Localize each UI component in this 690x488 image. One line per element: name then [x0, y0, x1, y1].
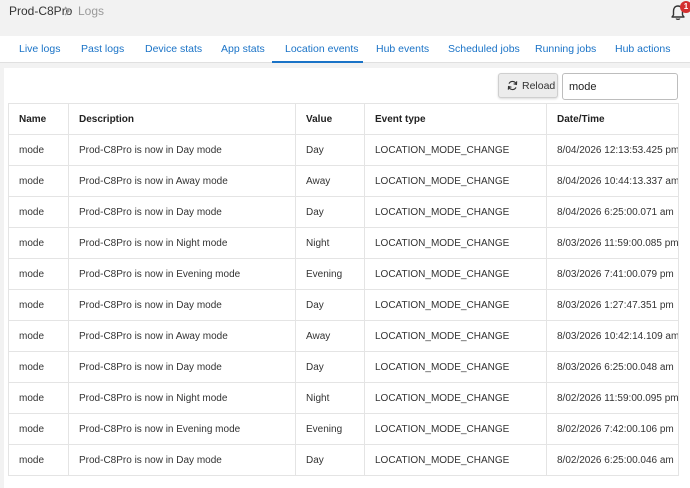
- cell-event-type: LOCATION_MODE_CHANGE: [364, 320, 547, 352]
- cell-event-type: LOCATION_MODE_CHANGE: [364, 165, 547, 197]
- cell-description: Prod-C8Pro is now in Day mode: [68, 351, 296, 383]
- cell-date-time: 8/02/2026 6:25:00.046 am: [546, 444, 679, 476]
- cell-description: Prod-C8Pro is now in Day mode: [68, 444, 296, 476]
- table-row: mode Prod-C8Pro is now in Evening mode E…: [8, 413, 679, 445]
- cell-name: mode: [8, 444, 69, 476]
- cell-date-time: 8/04/2026 12:13:53.425 pm: [546, 134, 679, 166]
- cell-name: mode: [8, 413, 69, 445]
- cell-name: mode: [8, 196, 69, 228]
- search-input[interactable]: [562, 73, 678, 100]
- cell-value: Evening: [295, 413, 365, 445]
- cell-value: Evening: [295, 258, 365, 290]
- cell-name: mode: [8, 382, 69, 414]
- column-header-name[interactable]: Name: [8, 103, 69, 135]
- cell-value: Day: [295, 134, 365, 166]
- cell-event-type: LOCATION_MODE_CHANGE: [364, 196, 547, 228]
- refresh-icon: [507, 80, 518, 91]
- column-header-date-time[interactable]: Date/Time: [546, 103, 679, 135]
- cell-description: Prod-C8Pro is now in Evening mode: [68, 413, 296, 445]
- location-events-table: Name Description Value Event type Date/T…: [8, 103, 679, 476]
- table-row: mode Prod-C8Pro is now in Night mode Nig…: [8, 227, 679, 259]
- tab-device-stats[interactable]: Device stats: [145, 43, 202, 55]
- cell-event-type: LOCATION_MODE_CHANGE: [364, 413, 547, 445]
- cell-date-time: 8/02/2026 7:42:00.106 pm: [546, 413, 679, 445]
- cell-event-type: LOCATION_MODE_CHANGE: [364, 382, 547, 414]
- table-row: mode Prod-C8Pro is now in Away mode Away…: [8, 165, 679, 197]
- cell-name: mode: [8, 320, 69, 352]
- table-row: mode Prod-C8Pro is now in Day mode Day L…: [8, 351, 679, 383]
- cell-name: mode: [8, 227, 69, 259]
- cell-event-type: LOCATION_MODE_CHANGE: [364, 289, 547, 321]
- cell-date-time: 8/03/2026 11:59:00.085 pm: [546, 227, 679, 259]
- tab-hub-events[interactable]: Hub events: [376, 43, 429, 55]
- cell-value: Day: [295, 444, 365, 476]
- table-row: mode Prod-C8Pro is now in Day mode Day L…: [8, 289, 679, 321]
- cell-description: Prod-C8Pro is now in Day mode: [68, 134, 296, 166]
- cell-value: Day: [295, 351, 365, 383]
- column-header-value[interactable]: Value: [295, 103, 365, 135]
- cell-description: Prod-C8Pro is now in Evening mode: [68, 258, 296, 290]
- cell-event-type: LOCATION_MODE_CHANGE: [364, 351, 547, 383]
- cell-date-time: 8/02/2026 11:59:00.095 pm: [546, 382, 679, 414]
- cell-date-time: 8/04/2026 10:44:13.337 am: [546, 165, 679, 197]
- chevron-right-icon: [62, 4, 72, 18]
- cell-description: Prod-C8Pro is now in Away mode: [68, 320, 296, 352]
- column-header-event-type[interactable]: Event type: [364, 103, 547, 135]
- cell-value: Away: [295, 320, 365, 352]
- cell-date-time: 8/03/2026 1:27:47.351 pm: [546, 289, 679, 321]
- tab-running-jobs[interactable]: Running jobs: [535, 43, 596, 55]
- table-row: mode Prod-C8Pro is now in Away mode Away…: [8, 320, 679, 352]
- table-row: mode Prod-C8Pro is now in Day mode Day L…: [8, 196, 679, 228]
- cell-event-type: LOCATION_MODE_CHANGE: [364, 227, 547, 259]
- cell-date-time: 8/03/2026 10:42:14.109 am: [546, 320, 679, 352]
- notification-count-badge: 1: [680, 1, 690, 13]
- cell-value: Day: [295, 289, 365, 321]
- table-row: mode Prod-C8Pro is now in Day mode Day L…: [8, 444, 679, 476]
- cell-date-time: 8/03/2026 6:25:00.048 am: [546, 351, 679, 383]
- tab-live-logs[interactable]: Live logs: [19, 43, 60, 55]
- table-row: mode Prod-C8Pro is now in Day mode Day L…: [8, 134, 679, 166]
- cell-date-time: 8/04/2026 6:25:00.071 am: [546, 196, 679, 228]
- cell-value: Night: [295, 382, 365, 414]
- cell-value: Day: [295, 196, 365, 228]
- notifications-button[interactable]: 1: [668, 1, 690, 25]
- tab-app-stats[interactable]: App stats: [221, 43, 265, 55]
- cell-date-time: 8/03/2026 7:41:00.079 pm: [546, 258, 679, 290]
- cell-value: Away: [295, 165, 365, 197]
- tab-location-events[interactable]: Location events: [285, 43, 359, 55]
- breadcrumb-current: Logs: [78, 4, 105, 18]
- tab-past-logs[interactable]: Past logs: [81, 43, 124, 55]
- column-header-description[interactable]: Description: [68, 103, 296, 135]
- top-bar: Prod-C8Pro Logs 1: [0, 0, 690, 28]
- tab-hub-actions[interactable]: Hub actions: [615, 43, 670, 55]
- cell-name: mode: [8, 258, 69, 290]
- cell-name: mode: [8, 134, 69, 166]
- cell-description: Prod-C8Pro is now in Night mode: [68, 227, 296, 259]
- cell-value: Night: [295, 227, 365, 259]
- cell-description: Prod-C8Pro is now in Night mode: [68, 382, 296, 414]
- table-row: mode Prod-C8Pro is now in Evening mode E…: [8, 258, 679, 290]
- reload-button[interactable]: Reload: [498, 73, 558, 98]
- cell-name: mode: [8, 351, 69, 383]
- cell-name: mode: [8, 289, 69, 321]
- table-header-row: Name Description Value Event type Date/T…: [8, 103, 679, 135]
- cell-description: Prod-C8Pro is now in Day mode: [68, 196, 296, 228]
- tab-scheduled-jobs[interactable]: Scheduled jobs: [448, 43, 520, 55]
- cell-event-type: LOCATION_MODE_CHANGE: [364, 444, 547, 476]
- table-row: mode Prod-C8Pro is now in Night mode Nig…: [8, 382, 679, 414]
- cell-description: Prod-C8Pro is now in Day mode: [68, 289, 296, 321]
- reload-label: Reload: [522, 80, 556, 92]
- active-tab-indicator: [272, 61, 363, 63]
- cell-name: mode: [8, 165, 69, 197]
- cell-description: Prod-C8Pro is now in Away mode: [68, 165, 296, 197]
- cell-event-type: LOCATION_MODE_CHANGE: [364, 258, 547, 290]
- tab-bar: Live logs Past logs Device stats App sta…: [0, 36, 690, 63]
- cell-event-type: LOCATION_MODE_CHANGE: [364, 134, 547, 166]
